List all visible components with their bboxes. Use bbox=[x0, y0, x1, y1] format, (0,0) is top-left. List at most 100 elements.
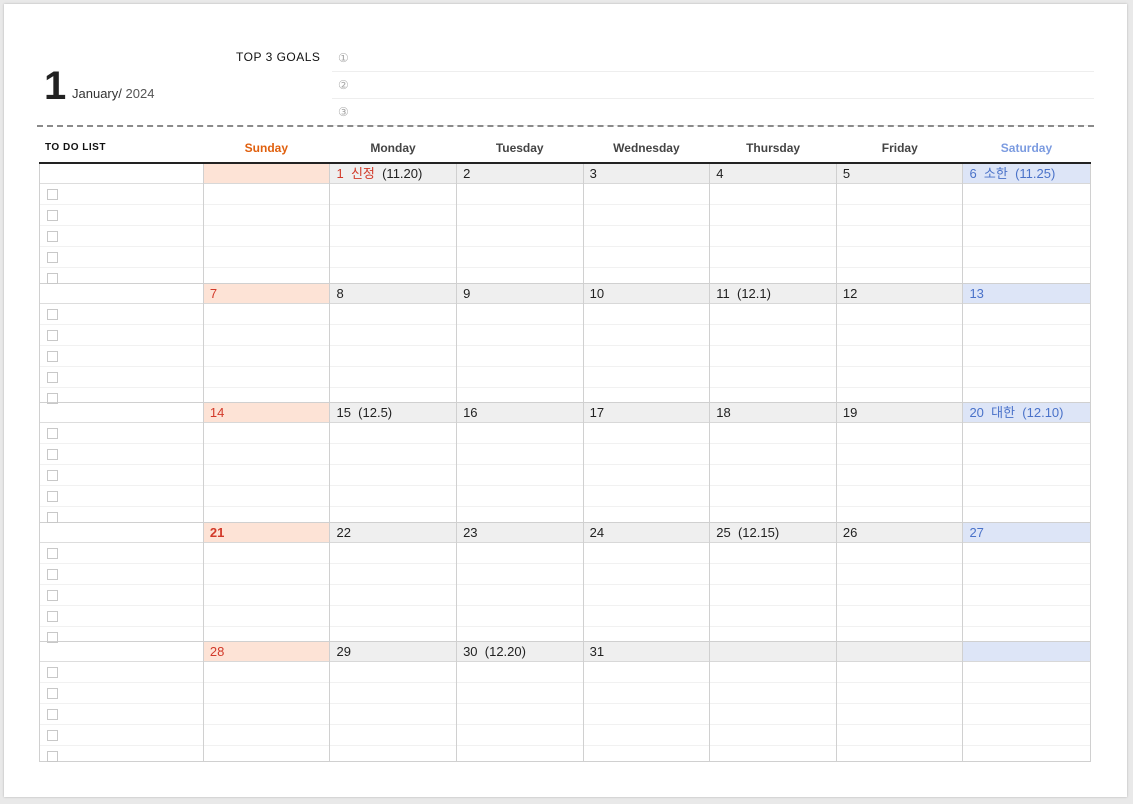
todo-item[interactable] bbox=[40, 564, 203, 585]
todo-item[interactable] bbox=[40, 304, 203, 325]
todo-item[interactable] bbox=[40, 486, 203, 508]
day-cell[interactable]: 4 bbox=[710, 164, 837, 283]
checkbox-icon[interactable] bbox=[47, 449, 58, 461]
todo-item[interactable] bbox=[40, 423, 203, 445]
day-cell[interactable]: 16 bbox=[457, 403, 584, 522]
checkbox-icon[interactable] bbox=[47, 491, 58, 503]
day-cell[interactable]: 2 bbox=[457, 164, 584, 283]
checkbox-icon[interactable] bbox=[47, 730, 58, 742]
day-cell[interactable]: 12 bbox=[836, 283, 964, 403]
todo-item[interactable] bbox=[40, 205, 203, 226]
day-cell[interactable]: 20 대한 (12.10) bbox=[963, 403, 1091, 522]
goal-row-3[interactable]: ③ bbox=[332, 99, 1094, 126]
checkbox-icon[interactable] bbox=[47, 631, 58, 643]
note-line bbox=[836, 704, 963, 726]
checkbox-icon[interactable] bbox=[47, 512, 58, 524]
checkbox-icon[interactable] bbox=[47, 751, 58, 763]
day-cell[interactable] bbox=[203, 164, 331, 283]
note-line bbox=[583, 606, 710, 627]
day-cell[interactable]: 10 bbox=[583, 283, 711, 403]
todo-item[interactable] bbox=[40, 725, 203, 747]
day-cell[interactable]: 5 bbox=[836, 164, 964, 283]
todo-item[interactable] bbox=[40, 606, 203, 627]
note-line bbox=[583, 205, 710, 226]
day-cell[interactable]: 8 bbox=[330, 283, 458, 403]
day-cell[interactable]: 21 bbox=[203, 522, 331, 642]
day-cell[interactable]: 19 bbox=[836, 403, 964, 522]
todo-item[interactable] bbox=[40, 346, 203, 367]
todo-item[interactable] bbox=[40, 247, 203, 268]
checkbox-icon[interactable] bbox=[47, 547, 58, 559]
holiday-label: 대한 bbox=[991, 405, 1016, 421]
day-cell[interactable]: 14 bbox=[203, 403, 331, 522]
todo-item[interactable] bbox=[40, 184, 203, 205]
note-line bbox=[457, 184, 583, 205]
todo-item[interactable] bbox=[40, 543, 203, 564]
day-cell[interactable]: 30 (12.20) bbox=[457, 642, 584, 761]
day-cell[interactable]: 15 (12.5) bbox=[330, 403, 458, 522]
goal-row-1[interactable]: ① bbox=[332, 45, 1094, 72]
note-line bbox=[457, 304, 583, 325]
todo-item[interactable] bbox=[40, 325, 203, 346]
weekday-tuesday: Tuesday bbox=[495, 140, 544, 155]
day-cell[interactable]: 28 bbox=[203, 642, 331, 761]
checkbox-icon[interactable] bbox=[47, 428, 58, 440]
todo-item[interactable] bbox=[40, 465, 203, 487]
day-cell[interactable]: 26 bbox=[836, 522, 964, 642]
checkbox-icon[interactable] bbox=[47, 350, 58, 362]
day-cell[interactable]: 3 bbox=[583, 164, 711, 283]
day-cell[interactable]: 13 bbox=[963, 283, 1091, 403]
todo-item[interactable] bbox=[40, 367, 203, 388]
goal-row-2[interactable]: ② bbox=[332, 72, 1094, 99]
day-cell[interactable] bbox=[710, 642, 837, 761]
day-cell[interactable]: 27 bbox=[963, 522, 1091, 642]
checkbox-icon[interactable] bbox=[47, 610, 58, 622]
day-cell[interactable]: 17 bbox=[583, 403, 711, 522]
note-line bbox=[836, 304, 963, 325]
day-cell[interactable]: 9 bbox=[457, 283, 584, 403]
checkbox-icon[interactable] bbox=[47, 210, 58, 221]
day-cell[interactable]: 22 bbox=[330, 522, 458, 642]
checkbox-icon[interactable] bbox=[47, 568, 58, 580]
day-cell[interactable]: 24 bbox=[583, 522, 711, 642]
checkbox-icon[interactable] bbox=[47, 589, 58, 601]
checkbox-icon[interactable] bbox=[47, 470, 58, 482]
day-cell[interactable]: 7 bbox=[203, 283, 331, 403]
checkbox-icon[interactable] bbox=[47, 308, 58, 320]
checkbox-icon[interactable] bbox=[47, 392, 58, 404]
checkbox-icon[interactable] bbox=[47, 329, 58, 341]
day-cell[interactable]: 18 bbox=[710, 403, 837, 522]
todo-header-spacer bbox=[40, 523, 203, 543]
todo-item[interactable] bbox=[40, 226, 203, 247]
todo-header-spacer bbox=[40, 403, 203, 424]
checkbox-icon[interactable] bbox=[47, 273, 58, 284]
checkbox-icon[interactable] bbox=[47, 688, 58, 700]
day-cell[interactable] bbox=[836, 642, 964, 761]
todo-item[interactable] bbox=[40, 746, 203, 766]
day-cell[interactable]: 1 신정 (11.20) bbox=[330, 164, 458, 283]
day-cell[interactable] bbox=[963, 642, 1091, 761]
day-cell[interactable]: 25 (12.15) bbox=[710, 522, 837, 642]
week-row: 28 29 30 (12.20) 31 bbox=[39, 642, 1091, 763]
todo-item[interactable] bbox=[40, 683, 203, 705]
todo-item[interactable] bbox=[40, 662, 203, 684]
checkbox-icon[interactable] bbox=[47, 189, 58, 200]
note-line bbox=[836, 543, 963, 564]
checkbox-icon[interactable] bbox=[47, 667, 58, 679]
day-cell[interactable]: 23 bbox=[457, 522, 584, 642]
todo-item[interactable] bbox=[40, 585, 203, 606]
checkbox-icon[interactable] bbox=[47, 252, 58, 263]
checkbox-icon[interactable] bbox=[47, 709, 58, 721]
note-line bbox=[330, 543, 457, 564]
day-cell[interactable]: 29 bbox=[330, 642, 458, 761]
todo-item[interactable] bbox=[40, 444, 203, 466]
note-line bbox=[836, 226, 963, 247]
checkbox-icon[interactable] bbox=[47, 371, 58, 383]
todo-item[interactable] bbox=[40, 704, 203, 726]
day-cell[interactable]: 6 소한 (11.25) bbox=[963, 164, 1091, 283]
note-line bbox=[203, 606, 330, 627]
day-cell[interactable]: 11 (12.1) bbox=[710, 283, 837, 403]
day-number: 2 bbox=[463, 166, 471, 181]
day-cell[interactable]: 31 bbox=[583, 642, 711, 761]
checkbox-icon[interactable] bbox=[47, 231, 58, 242]
